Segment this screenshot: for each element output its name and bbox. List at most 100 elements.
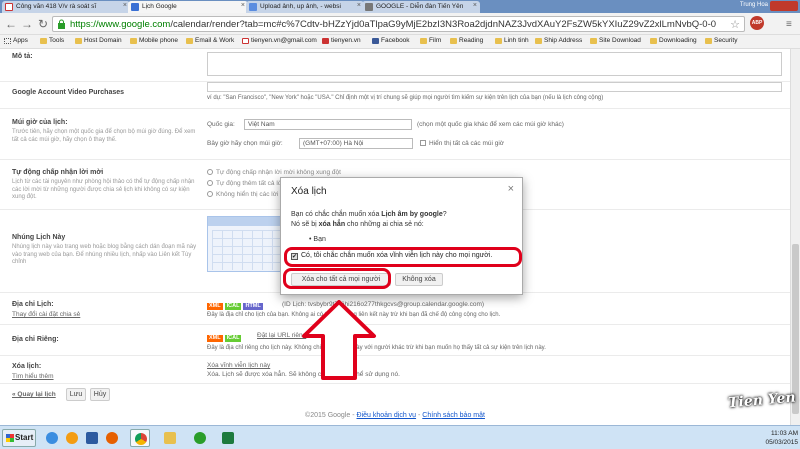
tab-calendar[interactable]: Lịch Google × (128, 1, 248, 13)
bookmark-site[interactable]: tienyen.vn (322, 37, 361, 44)
location-hint: ví dụ: "San Francisco", "New York" hoặc … (207, 95, 604, 101)
taskbar-excel[interactable] (218, 429, 238, 447)
bookmarks-bar: Apps Tools Host Domain Mobile phone Emai… (0, 35, 800, 49)
bookmark-folder[interactable]: Ship Address (535, 37, 582, 44)
forward-icon[interactable]: → (20, 17, 34, 31)
tab-strip: Công văn 418 V/v rà soát sĩ × Lịch Google… (0, 0, 800, 13)
folder-icon (705, 38, 712, 44)
bookmark-folder[interactable]: Linh tinh (495, 37, 529, 44)
close-icon[interactable]: × (508, 183, 514, 195)
close-icon[interactable]: × (357, 2, 361, 9)
calendar-address-label: Địa chỉ Lịch: (12, 301, 54, 308)
highlight-delete-button (283, 268, 391, 289)
menu-icon[interactable]: ≡ (786, 19, 792, 30)
description-input[interactable] (207, 52, 782, 76)
scrollbar[interactable] (790, 49, 800, 425)
learn-more-link[interactable]: Tìm hiểu thêm (12, 373, 54, 380)
tab-gmail[interactable]: Công văn 418 V/v rà soát sĩ × (2, 1, 130, 13)
timezone-desc: Trước tiên, hãy chọn một quốc gia để chọ… (12, 129, 196, 143)
profile-name[interactable]: Trung Hoa (740, 2, 768, 8)
radio-hide-invites[interactable]: Không hiển thị các lời mời (207, 191, 291, 198)
tab-forum[interactable]: GOOGLE - Diễn đàn Tiến Yên × (362, 1, 480, 13)
back-to-calendar-link[interactable]: « Quay lại lịch (12, 391, 56, 398)
radio-auto-accept[interactable]: Tự động chấp nhận lời mời không xung đột (207, 169, 341, 176)
html-badge[interactable]: HTML (243, 303, 263, 310)
cancel-button[interactable]: Hủy (90, 388, 110, 401)
radio-icon[interactable] (207, 191, 213, 197)
radio-icon[interactable] (207, 169, 213, 175)
upload-icon (249, 3, 257, 11)
ical-badge[interactable]: ICAL (224, 335, 242, 342)
page-footer: ©2015 Google - Điều khoản dịch vụ - Chín… (305, 412, 485, 419)
apps-icon (4, 38, 11, 44)
close-icon[interactable]: × (241, 2, 245, 9)
taskbar-app[interactable] (190, 429, 210, 447)
bookmark-folder[interactable]: Mobile phone (130, 37, 178, 44)
close-icon[interactable]: × (473, 2, 477, 9)
xml-badge[interactable]: XML (207, 303, 223, 310)
folder-icon (130, 38, 137, 44)
window-controls[interactable] (770, 1, 798, 11)
bookmark-folder[interactable]: Reading (450, 37, 483, 44)
timezone-label: Múi giờ của lịch: (12, 119, 68, 126)
dont-delete-button[interactable]: Không xóa (395, 273, 443, 286)
description-label: Mô tả: (12, 53, 33, 60)
terms-link[interactable]: Điều khoản dịch vụ (357, 412, 417, 419)
address-bar[interactable]: https://www.google.com/calendar/render?t… (52, 16, 745, 32)
close-icon[interactable]: × (123, 2, 127, 9)
app-icon (86, 432, 98, 444)
radio-icon[interactable] (207, 180, 213, 186)
folder-icon (450, 38, 457, 44)
embed-preview-image[interactable] (207, 216, 285, 272)
taskbar-app[interactable] (82, 429, 102, 447)
bookmark-apps[interactable]: Apps (4, 37, 28, 44)
taskbar-media[interactable] (62, 429, 82, 447)
system-tray-clock[interactable]: 11:03 AM 05/03/2015 (765, 429, 798, 447)
bookmark-folder[interactable]: Email & Work (186, 37, 234, 44)
bookmark-folder[interactable]: Site Download (590, 37, 641, 44)
bookmark-folder[interactable]: Security (705, 37, 737, 44)
sharing-settings-link[interactable]: Thay đổi cài đặt chia sẻ (12, 311, 80, 318)
taskbar-ie[interactable] (42, 429, 62, 447)
country-select[interactable]: Việt Nam (244, 119, 412, 130)
reset-private-url-link[interactable]: Đặt lại URL riêng (257, 332, 306, 339)
folder-icon (535, 38, 542, 44)
delete-calendar-label: Xóa lịch: (12, 363, 42, 370)
save-button[interactable]: Lưu (66, 388, 86, 401)
show-all-timezones[interactable]: Hiển thị tất cả các múi giờ (420, 140, 504, 147)
bookmark-folder[interactable]: Tools (40, 37, 64, 44)
download-icon (194, 432, 206, 444)
windows-taskbar: Start 11:03 AM 05/03/2015 (0, 425, 800, 449)
highlight-confirm (284, 247, 522, 267)
taskbar-chrome[interactable] (130, 429, 150, 447)
location-input[interactable] (207, 82, 782, 92)
ical-badge[interactable]: ICAL (224, 303, 242, 310)
auto-accept-desc: Lịch từ các tài nguyên như phòng hội thả… (12, 179, 195, 200)
taskbar-firefox[interactable] (102, 429, 122, 447)
adblock-icon[interactable]: ABP (750, 16, 764, 30)
timezone-select[interactable]: (GMT+07:00) Hà Nội (299, 138, 413, 149)
country-hint: (chọn một quốc gia khác để xem các múi g… (417, 121, 564, 128)
bookmark-facebook[interactable]: Facebook (372, 37, 410, 44)
windows-logo-icon (6, 434, 14, 442)
bookmark-gmail[interactable]: tienyen.vn@gmail.com (242, 37, 317, 44)
tab-upload[interactable]: Upload ảnh, up ảnh, - websi × (246, 1, 364, 13)
folder-icon (164, 432, 176, 444)
privacy-link[interactable]: Chính sách bảo mật (422, 412, 485, 419)
taskbar-explorer[interactable] (160, 429, 180, 447)
video-purchases-label: Google Account Video Purchases (12, 89, 125, 96)
delete-permanently-link[interactable]: Xóa vĩnh viễn lịch này (207, 362, 270, 369)
chrome-icon (135, 433, 147, 445)
xml-badge[interactable]: XML (207, 335, 223, 342)
start-button[interactable]: Start (2, 429, 36, 447)
folder-icon (650, 38, 657, 44)
bookmark-folder[interactable]: Host Domain (75, 37, 122, 44)
bookmark-star-icon[interactable]: ☆ (730, 18, 740, 31)
bookmark-folder[interactable]: Downloading (650, 37, 697, 44)
bookmark-folder[interactable]: Film (420, 37, 441, 44)
reload-icon[interactable]: ↻ (36, 17, 50, 31)
share-list-item: • Bạn (309, 236, 326, 243)
checkbox-icon[interactable] (420, 140, 426, 146)
back-icon[interactable]: ← (4, 17, 18, 31)
private-address-label: Địa chỉ Riêng: (12, 336, 59, 343)
